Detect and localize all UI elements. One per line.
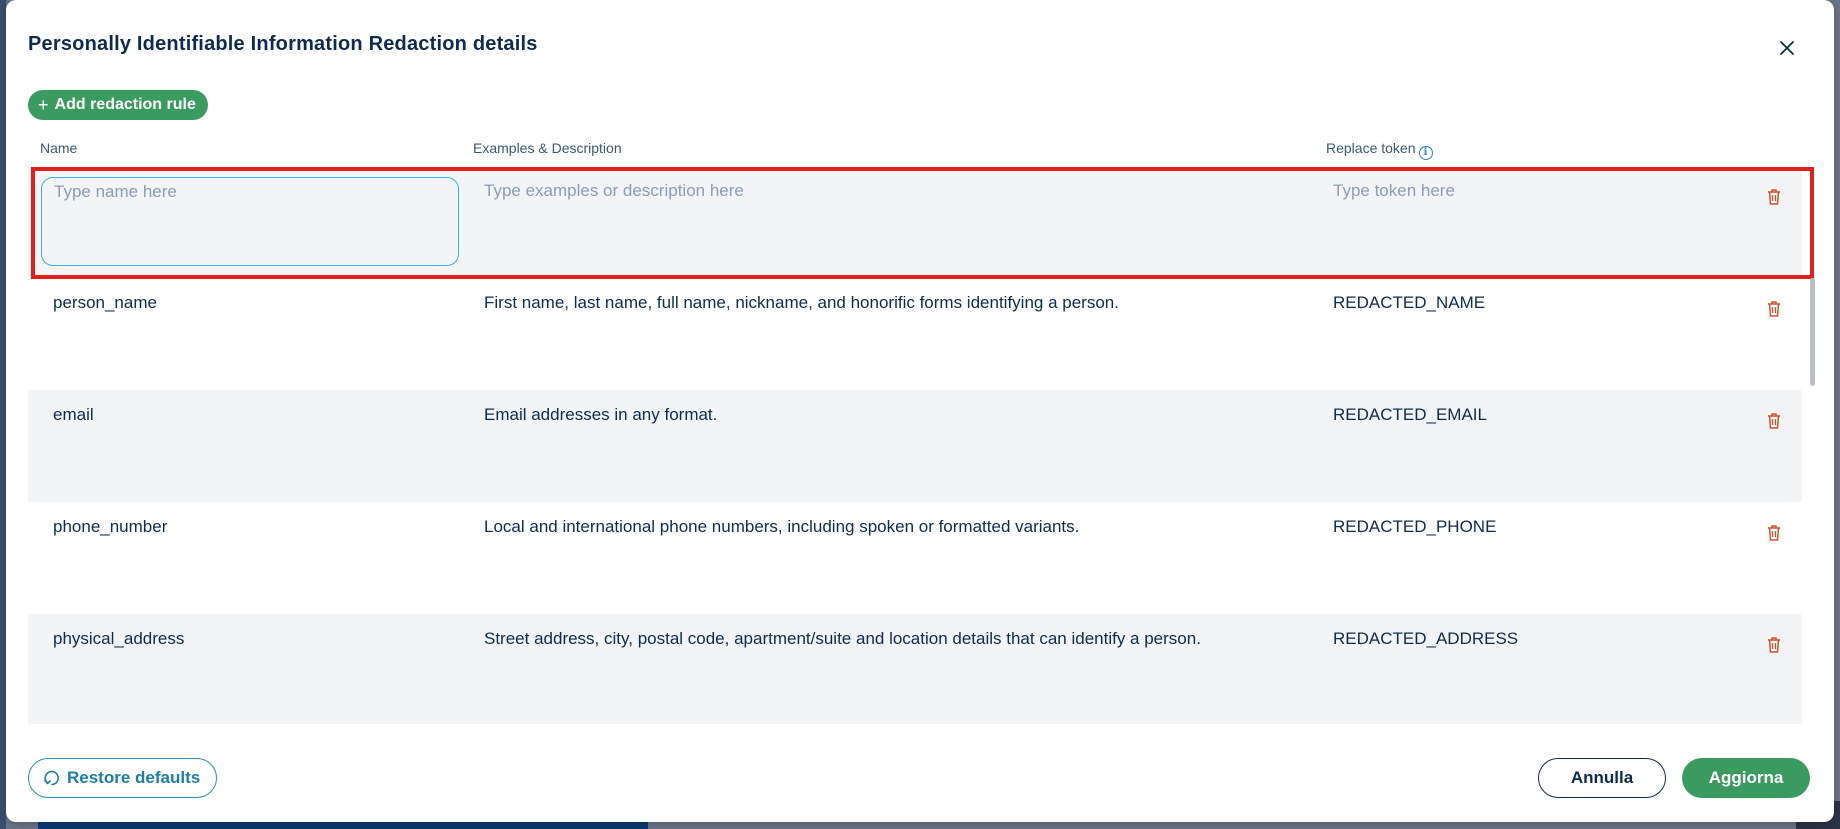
rule-token[interactable]: REDACTED_NAME [1333, 293, 1485, 313]
rule-description[interactable]: Email addresses in any format. [484, 405, 717, 425]
close-icon [1780, 41, 1794, 55]
add-redaction-rule-label: Add redaction rule [54, 96, 196, 113]
rule-description[interactable]: Local and international phone numbers, i… [484, 517, 1079, 537]
pii-redaction-modal: Personally Identifiable Information Reda… [6, 0, 1834, 822]
column-header-description: Examples & Description [473, 140, 622, 156]
rule-token[interactable]: REDACTED_ADDRESS [1333, 629, 1518, 649]
rule-name[interactable]: physical_address [53, 629, 184, 649]
column-header-token: Replace token i [1326, 140, 1433, 160]
new-rule-name-input[interactable]: Type name here [41, 177, 459, 266]
add-redaction-rule-button[interactable]: + Add redaction rule [28, 90, 208, 120]
delete-new-rule-button[interactable] [1766, 187, 1782, 207]
rule-name[interactable]: phone_number [53, 517, 167, 537]
rule-description[interactable]: First name, last name, full name, nickna… [484, 293, 1119, 313]
trash-icon [1768, 413, 1780, 429]
restore-defaults-label: Restore defaults [67, 768, 201, 787]
rule-token[interactable]: REDACTED_EMAIL [1333, 405, 1487, 425]
new-rule-token-input[interactable]: Type token here [1333, 181, 1455, 201]
trash-icon [1768, 301, 1780, 317]
plus-icon: + [38, 95, 49, 115]
trash-icon [1768, 637, 1780, 653]
rule-row-email: email Email addresses in any format. RED… [28, 390, 1802, 502]
column-header-name: Name [40, 140, 78, 156]
update-button[interactable]: Aggiorna [1682, 758, 1810, 798]
new-rule-description-input[interactable]: Type examples or description here [484, 181, 744, 201]
restore-defaults-button[interactable]: Restore defaults [28, 758, 218, 798]
column-header-token-label: Replace token [1326, 140, 1416, 156]
rule-row-phone-number: phone_number Local and international pho… [28, 502, 1802, 614]
rules-list: Type name here Type examples or descript… [28, 166, 1802, 724]
new-rule-name-placeholder: Type name here [54, 182, 177, 201]
info-icon[interactable]: i [1418, 146, 1433, 160]
rule-row-physical-address: physical_address Street address, city, p… [28, 614, 1802, 724]
delete-rule-button[interactable] [1766, 523, 1782, 543]
trash-icon [1768, 525, 1780, 541]
backdrop-bottom-bar [38, 822, 648, 829]
rule-row-person-name: person_name First name, last name, full … [28, 278, 1802, 390]
rule-name[interactable]: person_name [53, 293, 157, 313]
delete-rule-button[interactable] [1766, 299, 1782, 319]
rule-description[interactable]: Street address, city, postal code, apart… [484, 629, 1201, 649]
restore-icon [44, 770, 59, 786]
close-button[interactable] [1776, 37, 1798, 59]
delete-rule-button[interactable] [1766, 635, 1782, 655]
modal-title: Personally Identifiable Information Reda… [28, 33, 538, 55]
cancel-button[interactable]: Annulla [1538, 758, 1666, 798]
scrollbar-thumb[interactable] [1810, 278, 1815, 386]
rule-name[interactable]: email [53, 405, 94, 425]
new-rule-row: Type name here Type examples or descript… [28, 166, 1802, 278]
delete-rule-button[interactable] [1766, 411, 1782, 431]
rule-token[interactable]: REDACTED_PHONE [1333, 517, 1496, 537]
trash-icon [1768, 189, 1780, 205]
